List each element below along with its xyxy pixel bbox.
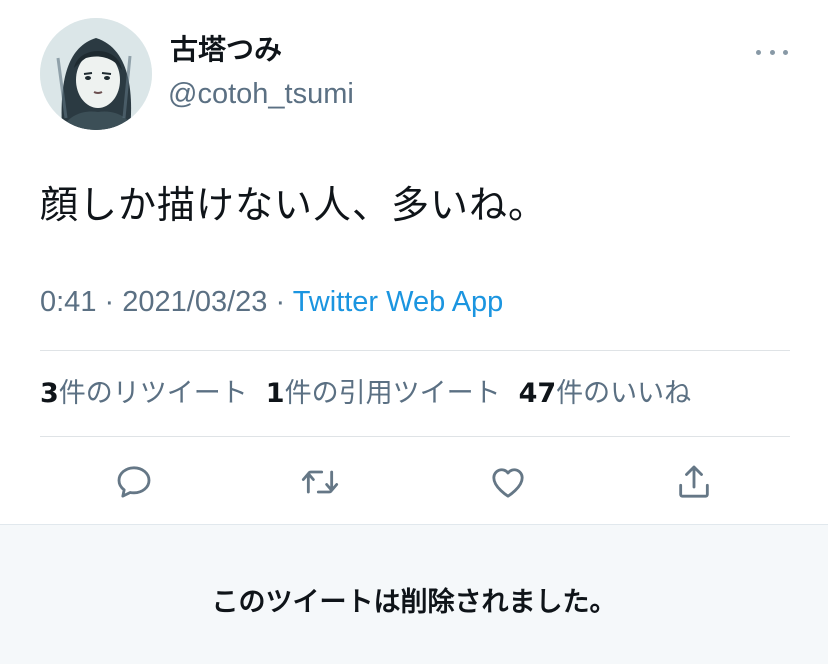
more-dot xyxy=(783,49,788,55)
meta-separator: · xyxy=(275,286,286,318)
heart-icon xyxy=(492,468,524,498)
avatar[interactable] xyxy=(40,18,152,130)
display-name[interactable]: 古塔つみ xyxy=(170,32,282,68)
tweet-text: 顔しか描けない人、多いね。 xyxy=(40,183,548,227)
likes-stat[interactable]: 47件のいいね xyxy=(519,378,692,409)
more-options-icon[interactable] xyxy=(752,40,792,64)
tweet-card: 古塔つみ @cotoh_tsumi 顔しか描けない人、多いね。 0:41 · 2… xyxy=(0,0,828,524)
share-button[interactable] xyxy=(672,460,716,504)
more-dot xyxy=(756,49,761,55)
meta-separator: · xyxy=(104,286,115,318)
retweets-label: 件のリツイート xyxy=(58,378,248,409)
like-button[interactable] xyxy=(486,460,530,504)
more-dot xyxy=(769,49,775,55)
divider xyxy=(40,350,790,351)
tweet-time[interactable]: 0:41 xyxy=(40,286,96,318)
tweet-metadata: 0:41 · 2021/03/23 · Twitter Web App xyxy=(40,284,503,320)
tweet-date[interactable]: 2021/03/23 xyxy=(122,286,267,318)
engagement-stats: 3件のリツイート 1件の引用ツイート 47件のいいね xyxy=(40,376,691,412)
deleted-tweet-notice: このツイートは削除されました。 xyxy=(0,524,828,664)
retweet-button[interactable] xyxy=(298,460,342,504)
retweet-icon xyxy=(301,470,339,494)
quotes-count: 1 xyxy=(265,378,285,409)
reply-button[interactable] xyxy=(112,460,156,504)
tweet-source-link[interactable]: Twitter Web App xyxy=(293,286,504,318)
quotes-label: 件の引用ツイート xyxy=(284,378,501,409)
retweets-count: 3 xyxy=(40,378,59,409)
share-icon xyxy=(679,465,709,498)
retweets-stat[interactable]: 3件のリツイート xyxy=(40,378,248,409)
reply-icon xyxy=(117,466,151,498)
user-handle[interactable]: @cotoh_tsumi xyxy=(168,76,354,112)
likes-label: 件のいいね xyxy=(556,378,692,409)
quotes-stat[interactable]: 1件の引用ツイート xyxy=(266,378,501,409)
portrait-illustration xyxy=(40,18,152,130)
likes-count: 47 xyxy=(518,378,557,409)
divider xyxy=(40,436,790,437)
deleted-notice-text: このツイートは削除されました。 xyxy=(211,587,617,618)
